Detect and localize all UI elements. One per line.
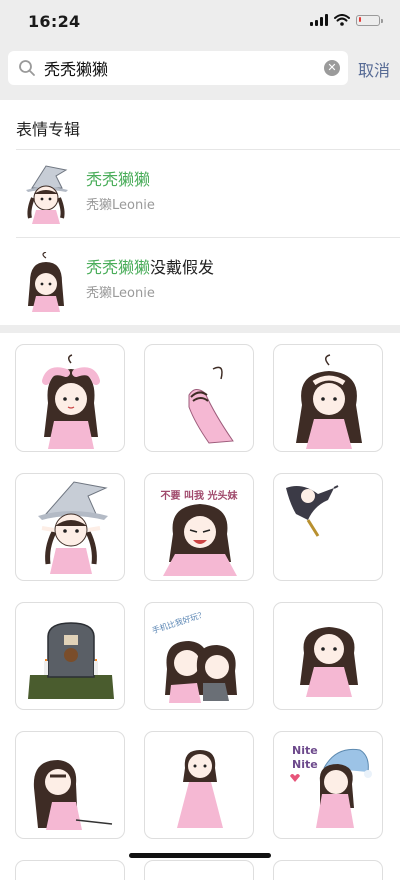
sticker-cell[interactable]: 不要 叫我 光头妹: [144, 473, 254, 581]
album-title: 秃秃獭獭: [86, 170, 151, 189]
sticker-cell[interactable]: [15, 731, 125, 839]
search-bar: ✕ 取消: [0, 46, 400, 100]
status-icons: [310, 14, 383, 26]
sticker-cell[interactable]: [15, 344, 125, 452]
section-gap: [0, 325, 400, 333]
witch-girl-sticker-icon: [26, 165, 68, 224]
sticker-cell[interactable]: Nite Nite: [273, 731, 383, 839]
album-author: 秃獭Leonie: [86, 198, 155, 213]
album-item[interactable]: 秃秃獭獭没戴假发 秃獭Leonie: [0, 238, 400, 326]
sticker-cell[interactable]: [15, 860, 125, 880]
sticker-cell[interactable]: [273, 860, 383, 880]
sticker-cell[interactable]: [144, 860, 254, 880]
sticker-caption: Nite Nite: [292, 744, 318, 771]
girl-lying-down-icon: [33, 760, 113, 830]
clear-search-icon[interactable]: ✕: [324, 60, 340, 76]
sticker-caption: 不要 叫我 光头妹: [160, 491, 238, 502]
status-time: 16:24: [28, 12, 81, 31]
sticker-cell[interactable]: [273, 344, 383, 452]
sticker-cell[interactable]: [273, 602, 383, 710]
battery-level: [358, 17, 362, 22]
tombstone-icon: [28, 622, 114, 699]
bald-girl-sticker-icon: [28, 252, 64, 312]
sticker-cell[interactable]: [144, 731, 254, 839]
search-input[interactable]: [44, 51, 324, 85]
girl-nightcap-icon: [290, 748, 372, 828]
girl-in-dress-icon: [177, 750, 223, 828]
cancel-button[interactable]: 取消: [358, 57, 390, 81]
album-author: 秃獭Leonie: [86, 286, 155, 301]
album-item[interactable]: 秃秃獭獭 秃獭Leonie: [0, 150, 400, 238]
sticker-cell[interactable]: [15, 602, 125, 710]
girl-covering-head-icon: [42, 354, 100, 449]
album-title: 秃秃獭獭没戴假发: [86, 258, 215, 277]
sticker-cell[interactable]: [273, 473, 383, 581]
girl-hands-on-head-icon: [296, 354, 362, 449]
signal-icon: [310, 14, 328, 26]
battery-icon: [356, 14, 383, 26]
wifi-icon: [334, 14, 350, 26]
sticker-cell[interactable]: 手机比我好玩？: [144, 602, 254, 710]
flying-dark-figure-icon: [286, 485, 339, 537]
hand-with-hair-strand-icon: [188, 366, 234, 444]
search-box[interactable]: ✕: [8, 51, 348, 85]
home-indicator[interactable]: [129, 853, 271, 858]
section-title: 表情专辑: [16, 120, 81, 139]
sticker-cell[interactable]: [144, 344, 254, 452]
sticker-cell[interactable]: [15, 473, 125, 581]
witch-girl-icon: [38, 481, 108, 574]
search-icon: [19, 60, 35, 76]
girl-standing-icon: [300, 627, 358, 697]
status-bar: 16:24: [0, 0, 400, 46]
